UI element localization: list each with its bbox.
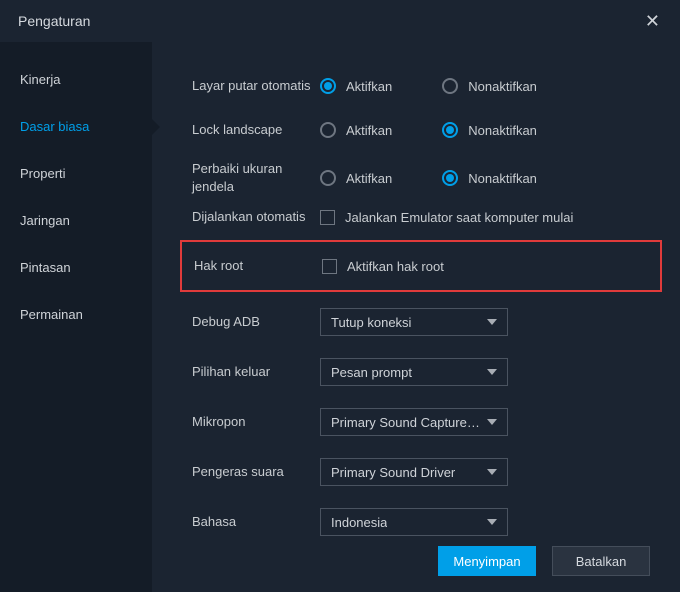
label-speaker: Pengeras suara bbox=[192, 463, 320, 481]
radio-label: Aktifkan bbox=[346, 79, 392, 94]
checkbox-label-root: Aktifkan hak root bbox=[347, 259, 444, 274]
label-auto-rotate: Layar putar otomatis bbox=[192, 77, 320, 95]
select-speaker[interactable]: Primary Sound Driver bbox=[320, 458, 508, 486]
titlebar: Pengaturan ✕ bbox=[0, 0, 680, 42]
sidebar-item-kinerja[interactable]: Kinerja bbox=[0, 56, 152, 103]
chevron-down-icon bbox=[487, 419, 497, 425]
select-debug-adb[interactable]: Tutup koneksi bbox=[320, 308, 508, 336]
chevron-down-icon bbox=[487, 369, 497, 375]
radio-label: Nonaktifkan bbox=[468, 123, 537, 138]
radio-label: Nonaktifkan bbox=[468, 79, 537, 94]
sidebar: Kinerja Dasar biasa Properti Jaringan Pi… bbox=[0, 42, 152, 592]
label-root: Hak root bbox=[194, 257, 322, 275]
radio-dot-icon bbox=[320, 122, 336, 138]
row-debug-adb: Debug ADB Tutup koneksi bbox=[192, 300, 650, 344]
close-icon[interactable]: ✕ bbox=[639, 7, 666, 36]
checkbox-autorun[interactable] bbox=[320, 210, 335, 225]
select-value: Primary Sound Capture ... bbox=[331, 415, 481, 430]
radio-dot-icon bbox=[442, 170, 458, 186]
select-language[interactable]: Indonesia bbox=[320, 508, 508, 536]
radio-label: Nonaktifkan bbox=[468, 171, 537, 186]
label-fix-window: Perbaiki ukuran jendela bbox=[192, 160, 320, 195]
footer-buttons: Menyimpan Batalkan bbox=[438, 546, 650, 576]
save-button[interactable]: Menyimpan bbox=[438, 546, 536, 576]
select-value: Indonesia bbox=[331, 515, 387, 530]
label-language: Bahasa bbox=[192, 513, 320, 531]
row-language: Bahasa Indonesia bbox=[192, 500, 650, 544]
radio-label: Aktifkan bbox=[346, 171, 392, 186]
checkbox-root[interactable] bbox=[322, 259, 337, 274]
radio-lock-landscape-on[interactable]: Aktifkan bbox=[320, 122, 392, 138]
window-title: Pengaturan bbox=[18, 13, 90, 29]
radio-auto-rotate-off[interactable]: Nonaktifkan bbox=[442, 78, 537, 94]
sidebar-item-pintasan[interactable]: Pintasan bbox=[0, 244, 152, 291]
chevron-down-icon bbox=[487, 469, 497, 475]
chevron-down-icon bbox=[487, 519, 497, 525]
radio-dot-icon bbox=[442, 78, 458, 94]
row-autorun: Dijalankan otomatis Jalankan Emulator sa… bbox=[192, 200, 650, 234]
chevron-down-icon bbox=[487, 319, 497, 325]
select-value: Primary Sound Driver bbox=[331, 465, 455, 480]
label-lock-landscape: Lock landscape bbox=[192, 121, 320, 139]
label-autorun: Dijalankan otomatis bbox=[192, 208, 320, 226]
row-root: Hak root Aktifkan hak root bbox=[194, 252, 648, 280]
row-auto-rotate: Layar putar otomatis Aktifkan Nonaktifka… bbox=[192, 64, 650, 108]
row-lock-landscape: Lock landscape Aktifkan Nonaktifkan bbox=[192, 108, 650, 152]
radio-label: Aktifkan bbox=[346, 123, 392, 138]
radio-dot-icon bbox=[442, 122, 458, 138]
radio-auto-rotate-on[interactable]: Aktifkan bbox=[320, 78, 392, 94]
sidebar-item-properti[interactable]: Properti bbox=[0, 150, 152, 197]
sidebar-item-jaringan[interactable]: Jaringan bbox=[0, 197, 152, 244]
cancel-button[interactable]: Batalkan bbox=[552, 546, 650, 576]
row-microphone: Mikropon Primary Sound Capture ... bbox=[192, 400, 650, 444]
select-microphone[interactable]: Primary Sound Capture ... bbox=[320, 408, 508, 436]
radio-dot-icon bbox=[320, 170, 336, 186]
label-exit-option: Pilihan keluar bbox=[192, 363, 320, 381]
sidebar-item-dasar-biasa[interactable]: Dasar biasa bbox=[0, 103, 152, 150]
label-microphone: Mikropon bbox=[192, 413, 320, 431]
radio-lock-landscape-off[interactable]: Nonaktifkan bbox=[442, 122, 537, 138]
radio-dot-icon bbox=[320, 78, 336, 94]
row-speaker: Pengeras suara Primary Sound Driver bbox=[192, 450, 650, 494]
highlight-root: Hak root Aktifkan hak root bbox=[180, 240, 662, 292]
radio-fix-window-on[interactable]: Aktifkan bbox=[320, 170, 392, 186]
row-fix-window: Perbaiki ukuran jendela Aktifkan Nonakti… bbox=[192, 156, 650, 200]
row-exit-option: Pilihan keluar Pesan prompt bbox=[192, 350, 650, 394]
settings-panel: Layar putar otomatis Aktifkan Nonaktifka… bbox=[152, 42, 680, 592]
select-value: Tutup koneksi bbox=[331, 315, 411, 330]
label-debug-adb: Debug ADB bbox=[192, 313, 320, 331]
select-exit-option[interactable]: Pesan prompt bbox=[320, 358, 508, 386]
checkbox-label-autorun: Jalankan Emulator saat komputer mulai bbox=[345, 210, 573, 225]
select-value: Pesan prompt bbox=[331, 365, 412, 380]
sidebar-item-permainan[interactable]: Permainan bbox=[0, 291, 152, 338]
radio-fix-window-off[interactable]: Nonaktifkan bbox=[442, 170, 537, 186]
